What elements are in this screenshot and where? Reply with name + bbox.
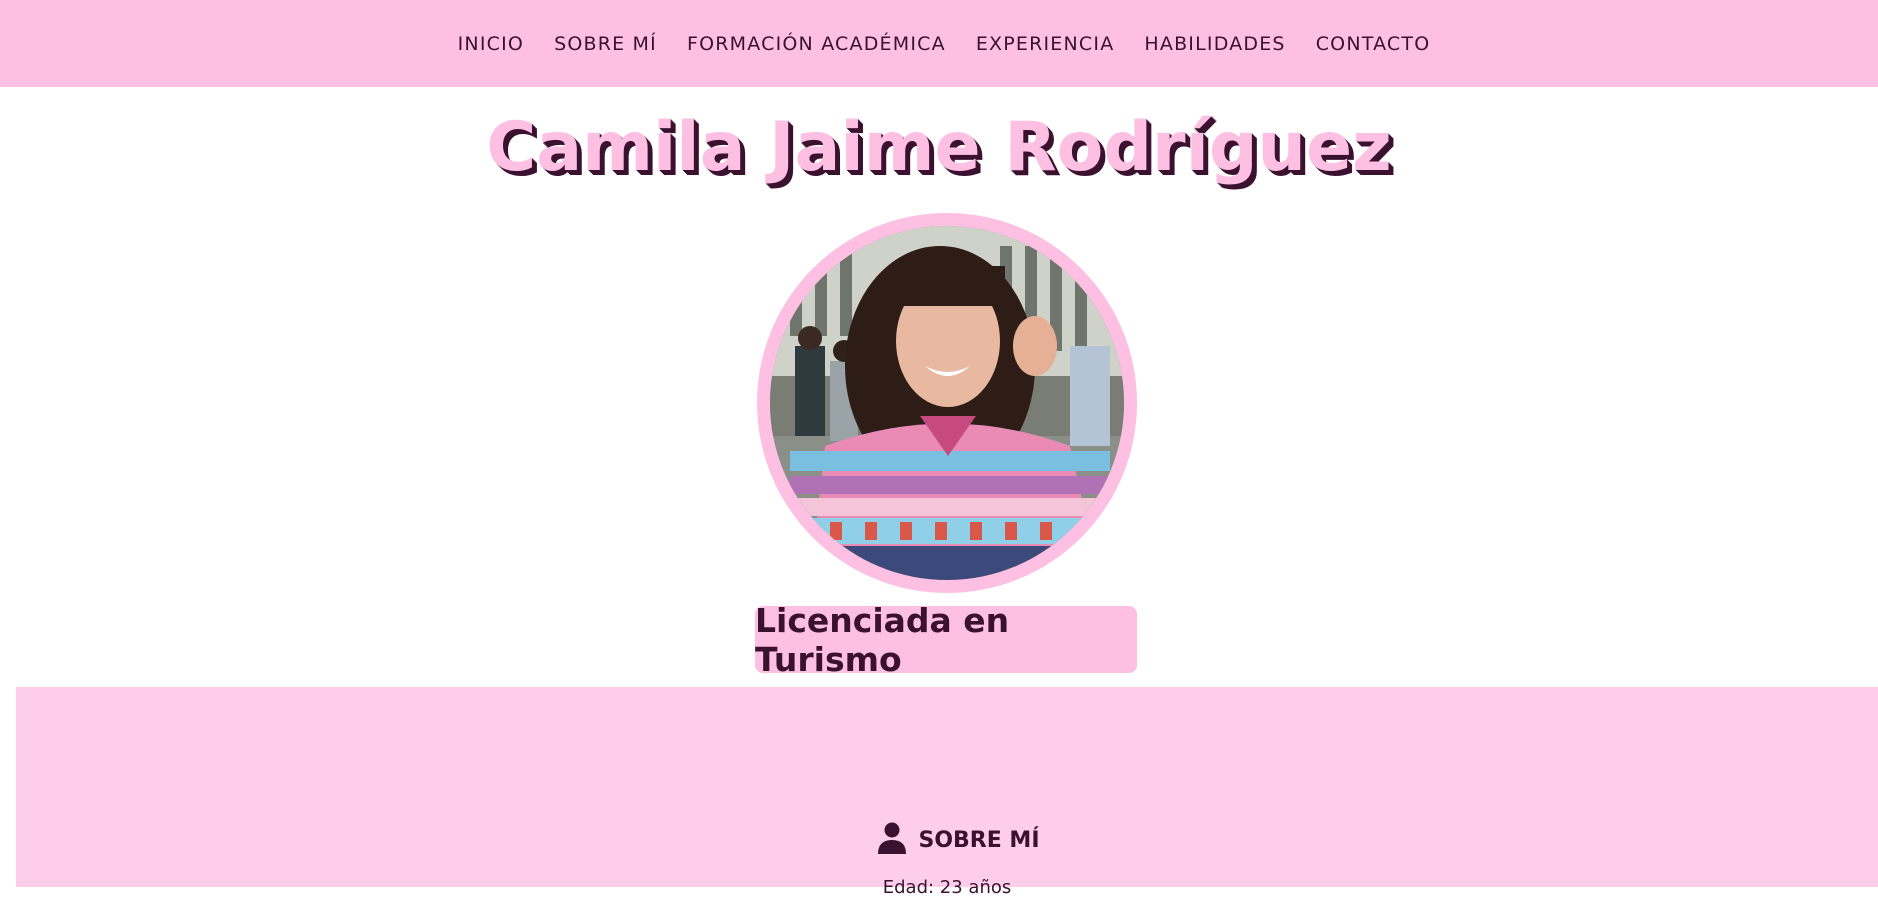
top-navbar: INICIO SOBRE MÍ FORMACIÓN ACADÉMICA EXPE… [0, 0, 1878, 87]
nav-item-experiencia[interactable]: EXPERIENCIA [976, 33, 1115, 55]
about-heading-text: SOBRE MÍ [918, 828, 1040, 853]
about-age: Edad: 23 años [882, 877, 1012, 898]
person-icon [878, 822, 907, 859]
about-heading: SOBRE MÍ [28, 822, 1878, 859]
nav-item-contacto[interactable]: CONTACTO [1316, 33, 1431, 55]
nav-item-inicio[interactable]: INICIO [458, 33, 524, 55]
nav-list: INICIO SOBRE MÍ FORMACIÓN ACADÉMICA EXPE… [458, 33, 1431, 55]
profile-photo [770, 226, 1124, 580]
nav-item-habilidades[interactable]: HABILIDADES [1144, 33, 1285, 55]
nav-item-formacion-academica[interactable]: FORMACIÓN ACADÉMICA [687, 33, 946, 55]
page-title: Camila Jaime Rodríguez [486, 108, 1392, 187]
about-section: SOBRE MÍ Edad: 23 años [16, 687, 1878, 898]
profile-photo-frame [757, 213, 1137, 593]
profession-badge: Licenciada en Turismo [755, 601, 1137, 679]
nav-item-sobre-mi[interactable]: SOBRE MÍ [554, 33, 657, 55]
